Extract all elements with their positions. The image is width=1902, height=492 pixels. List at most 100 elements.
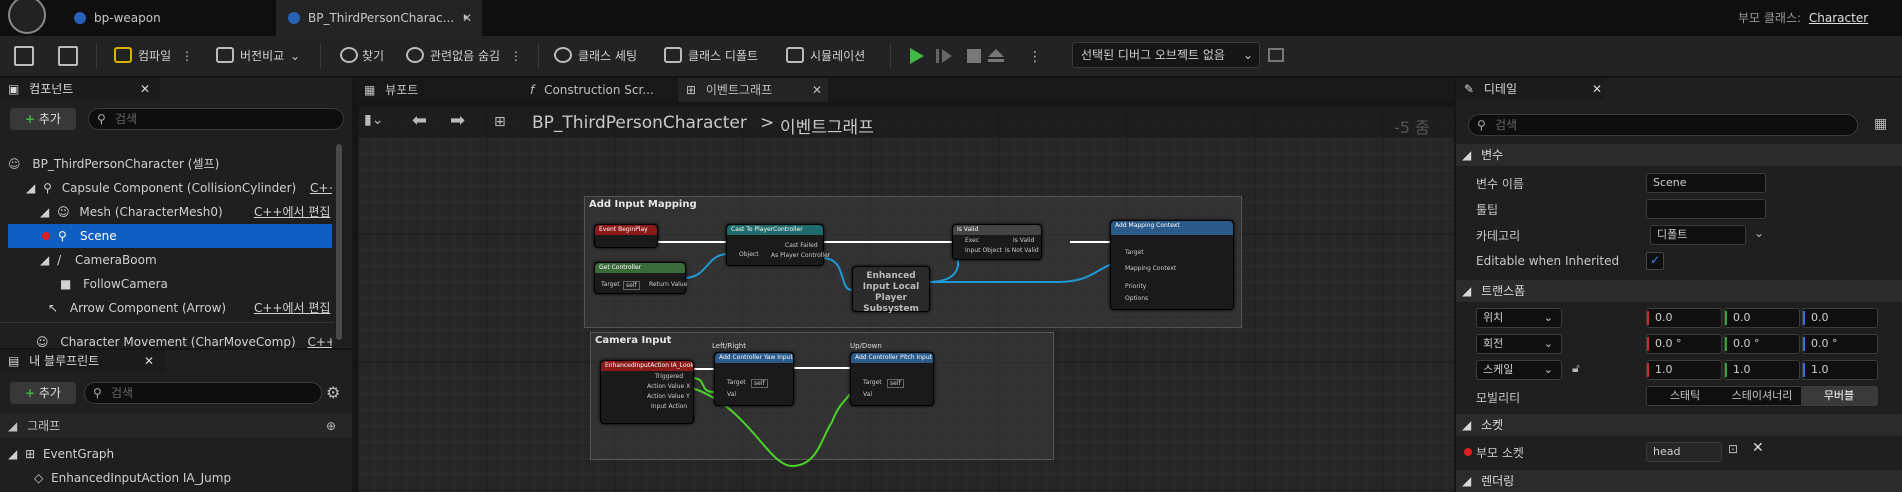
tree-item-capsule[interactable]: ◢ ⚲ Capsule Component (CollisionCylinder… — [26, 176, 332, 200]
tree-item-mesh[interactable]: ◢ ☺ Mesh (CharacterMesh0) C++에서 편집 — [40, 200, 332, 224]
mobility-stationary[interactable]: 스테이셔너리 — [1723, 387, 1801, 405]
step-icon[interactable] — [936, 49, 952, 63]
clear-icon[interactable]: ✕ — [1752, 440, 1764, 456]
browse-socket-icon[interactable]: ⊡ — [1728, 442, 1738, 456]
node-ia-look[interactable]: EnhancedInputAction IA_Look Triggered Ac… — [600, 360, 694, 424]
edit-in-cpp-link[interactable]: C++에서 — [307, 335, 332, 349]
collapse-arrow-icon[interactable]: ◢ — [40, 253, 49, 267]
mobility-movable[interactable]: 무버블 — [1801, 387, 1877, 405]
save-icon[interactable] — [14, 46, 34, 66]
chevron-down-icon: ⌄ — [1242, 48, 1253, 62]
add-member-button[interactable]: + 추가 — [10, 382, 76, 404]
mobility-static[interactable]: 스태틱 — [1647, 387, 1723, 405]
node-event-beginplay[interactable]: Event BeginPlay — [594, 224, 658, 248]
location-y-field[interactable]: 0.0 — [1724, 308, 1800, 328]
list-item-eventgraph[interactable]: ◢ ⊞ EventGraph — [8, 442, 338, 466]
scale-y-field[interactable]: 1.0 — [1724, 360, 1800, 380]
find-button[interactable]: 찾기 — [338, 36, 390, 76]
editable-inherited-checkbox[interactable]: ✓ — [1646, 252, 1664, 270]
collapse-arrow-icon[interactable]: ◢ — [40, 205, 49, 219]
compile-button[interactable]: 컴파일 ⋮ — [112, 36, 196, 76]
tree-item-followcamera[interactable]: ■ FollowCamera — [60, 272, 320, 296]
chevron-down-icon[interactable]: ⌄ — [1754, 226, 1764, 240]
debug-object-dropdown[interactable]: 선택된 디버그 오브젝트 없음 ⌄ — [1072, 42, 1260, 68]
collapse-arrow-icon[interactable]: ◢ — [8, 447, 17, 461]
location-dropdown[interactable]: 위치 ⌄ — [1476, 308, 1562, 328]
graph-section-header[interactable]: ◢ 그래프 ⊕ — [0, 414, 352, 438]
rotation-dropdown[interactable]: 회전 ⌄ — [1476, 334, 1562, 354]
section-rendering[interactable]: ◢ 렌더링 — [1456, 470, 1902, 492]
section-variable[interactable]: ◢ 변수 — [1456, 144, 1902, 166]
node-enhanced-input-subsystem[interactable]: Enhanced Input Local Player Subsystem — [852, 266, 930, 314]
parent-class-link[interactable]: Character — [1809, 11, 1868, 25]
node-add-pitch-input[interactable]: Add Controller Pitch Input Target self V… — [850, 352, 934, 406]
unreal-logo-icon[interactable] — [8, 0, 46, 34]
scale-dropdown[interactable]: 스케일 ⌄ — [1476, 360, 1562, 380]
add-graph-icon[interactable]: ⊕ — [326, 414, 336, 438]
browse-icon[interactable] — [58, 46, 78, 66]
scale-x-field[interactable]: 1.0 — [1646, 360, 1722, 380]
tree-item-cameraboom[interactable]: ◢ / CameraBoom — [40, 248, 320, 272]
myblueprint-search-input[interactable]: ⚲ 검색 — [84, 382, 322, 404]
eject-icon[interactable] — [988, 49, 1004, 62]
tab-construction-script[interactable]: f Construction Scr... — [522, 78, 672, 102]
components-search-input[interactable]: ⚲ 검색 — [88, 108, 344, 130]
details-search-input[interactable]: ⚲ 검색 — [1468, 114, 1858, 136]
edit-in-cpp-link[interactable]: C++에서 편집 — [254, 200, 330, 224]
gear-icon[interactable]: ⚙ — [326, 383, 340, 402]
details-tab[interactable]: ✎ 디테일 ✕ — [1456, 78, 1604, 100]
tab-bp-weapon[interactable]: bp-weapon — [62, 0, 272, 36]
tab-bp-thirdpersoncharacter[interactable]: BP_ThirdPersonCharac... • ✕ — [276, 0, 482, 36]
event-graph-canvas[interactable]: ▮⌄ ⬅ ➡ ⊞ BP_ThirdPersonCharacter > 이벤트그래… — [358, 106, 1454, 492]
tab-event-graph[interactable]: ⊞ 이벤트그래프 ✕ — [678, 78, 828, 102]
my-blueprint-tab[interactable]: ▤ 내 블루프린트 ✕ — [0, 350, 166, 372]
play-icon[interactable] — [910, 48, 924, 64]
node-get-controller[interactable]: Get Controller Target self Return Value — [594, 262, 687, 294]
more-options-icon[interactable]: ⋮ — [181, 49, 193, 63]
lock-icon[interactable]: 🔓︎ — [1572, 361, 1580, 376]
toolbar: 컴파일 ⋮ 버전비교 ⌄ 찾기 관련없음 숨김 ⋮ 클래스 세팅 클래스 디폴트… — [0, 36, 1902, 77]
section-transform[interactable]: ◢ 트랜스폼 — [1456, 280, 1902, 302]
parent-socket-field[interactable]: head — [1646, 442, 1722, 462]
close-tab-icon[interactable]: ✕ — [812, 78, 822, 102]
simulation-button[interactable]: 시뮬레이션 — [784, 36, 874, 76]
rotation-z-field[interactable]: 0.0 ° — [1802, 334, 1878, 354]
node-cast-to-playercontroller[interactable]: Cast To PlayerController Object Cast Fai… — [726, 224, 830, 266]
category-field[interactable]: 디폴트 — [1650, 225, 1746, 245]
close-tab-icon[interactable]: ✕ — [462, 0, 472, 36]
rotation-y-field[interactable]: 0.0 ° — [1724, 334, 1800, 354]
hide-unrelated-button[interactable]: 관련없음 숨김 ⋮ — [404, 36, 530, 76]
node-is-valid[interactable]: Is Valid Exec Is Valid Input Object Is N… — [952, 224, 1042, 260]
more-options-icon[interactable]: ⋮ — [510, 49, 522, 63]
scale-z-field[interactable]: 1.0 — [1802, 360, 1878, 380]
tab-viewport[interactable]: ▦ 뷰포트 — [356, 78, 506, 102]
tooltip-field[interactable] — [1646, 199, 1766, 219]
tree-item-arrow[interactable]: ↖ Arrow Component (Arrow) C++에서 편집 — [48, 296, 332, 320]
view-options-icon[interactable]: ▦ — [1874, 116, 1887, 132]
close-icon[interactable]: ✕ — [144, 350, 154, 372]
tree-item-scene[interactable]: ⚲ Scene — [8, 224, 332, 248]
add-component-button[interactable]: + 추가 — [10, 108, 76, 130]
diff-button[interactable]: 버전비교 ⌄ — [214, 36, 306, 76]
location-z-field[interactable]: 0.0 — [1802, 308, 1878, 328]
scrollbar[interactable] — [336, 144, 342, 340]
close-icon[interactable]: ✕ — [140, 78, 150, 100]
collapse-arrow-icon[interactable]: ◢ — [26, 181, 35, 195]
components-tab[interactable]: ▣ 컴포넌트 ✕ — [0, 78, 160, 100]
close-tab-icon[interactable]: ✕ — [1592, 78, 1602, 100]
edit-in-cpp-link[interactable]: C++에서 편집 — [254, 296, 330, 320]
variable-name-field[interactable]: Scene — [1646, 173, 1766, 193]
more-options-icon[interactable]: ⋮ — [1028, 49, 1042, 65]
edit-in-cpp-link[interactable]: C++에서 — [310, 181, 332, 195]
rotation-x-field[interactable]: 0.0 ° — [1646, 334, 1722, 354]
section-socket[interactable]: ◢ 소켓 — [1456, 414, 1902, 436]
node-add-mapping-context[interactable]: Add Mapping Context Target Mapping Conte… — [1110, 220, 1234, 310]
node-add-yaw-input[interactable]: Add Controller Yaw Input Target self Val — [714, 352, 794, 406]
tree-item-self[interactable]: ☺ BP_ThirdPersonCharacter (셀프) — [8, 152, 328, 176]
list-item-ia-jump[interactable]: ◇ EnhancedInputAction IA_Jump — [34, 466, 334, 490]
stop-icon[interactable] — [967, 49, 981, 63]
class-defaults-button[interactable]: 클래스 디폴트 — [662, 36, 766, 76]
debug-filter-icon[interactable] — [1268, 48, 1284, 62]
location-x-field[interactable]: 0.0 — [1646, 308, 1722, 328]
class-settings-button[interactable]: 클래스 세팅 — [552, 36, 646, 76]
